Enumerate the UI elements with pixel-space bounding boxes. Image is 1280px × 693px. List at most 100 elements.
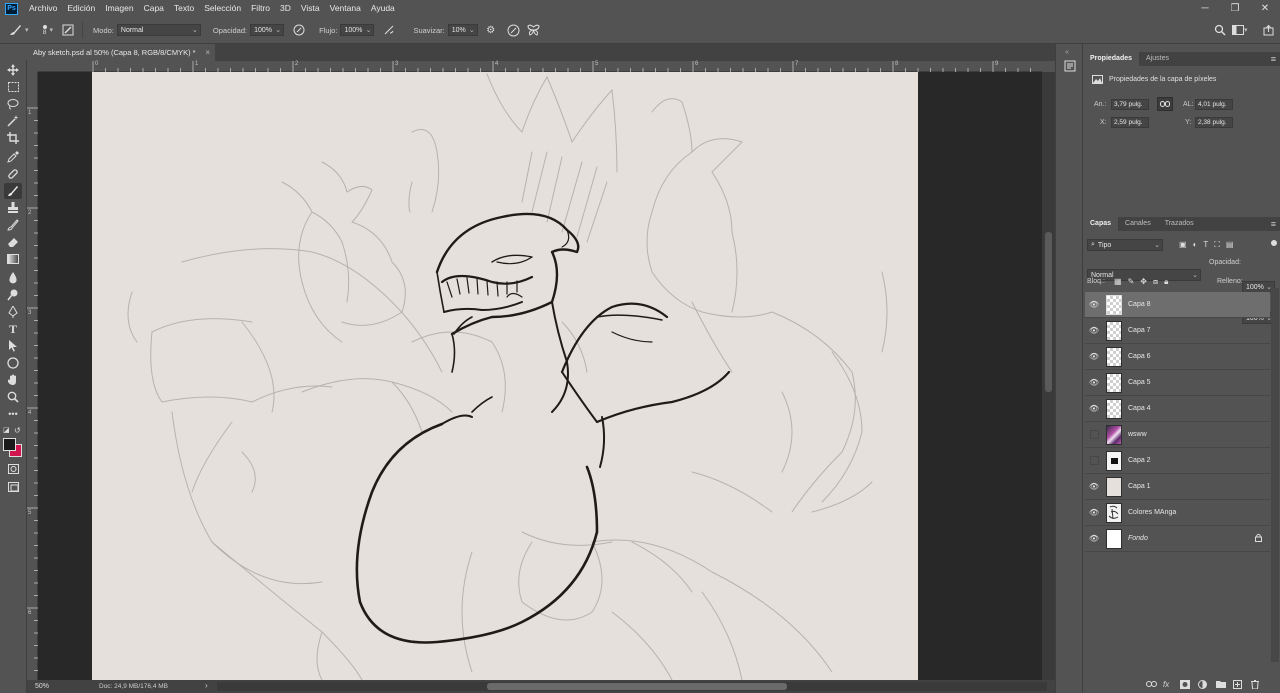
smoothing-options-gear-icon[interactable]: ⚙ bbox=[484, 23, 498, 37]
restore-button[interactable]: ❐ bbox=[1220, 0, 1250, 17]
quick-mask-icon[interactable] bbox=[4, 461, 22, 477]
filter-pixel-icon[interactable]: ▣ bbox=[1179, 240, 1187, 250]
mode-select[interactable]: Normal ⌄ bbox=[116, 24, 201, 36]
zoom-level[interactable]: 50% bbox=[27, 683, 67, 690]
opacity-field[interactable]: 100% ⌄ bbox=[250, 24, 285, 36]
eye-icon[interactable]: 👁︎ bbox=[1085, 378, 1103, 387]
canvas-area[interactable] bbox=[38, 72, 1042, 680]
eye-icon[interactable]: 👁︎ bbox=[1085, 352, 1103, 361]
menu-imagen[interactable]: Imagen bbox=[100, 0, 138, 17]
brush-tool-preset-icon[interactable] bbox=[8, 23, 22, 37]
lock-pixels-icon[interactable]: ✎ bbox=[1128, 277, 1135, 287]
visibility-toggle-off[interactable] bbox=[1085, 456, 1103, 465]
eye-icon[interactable]: 👁︎ bbox=[1085, 534, 1103, 543]
close-window-button[interactable]: ✕ bbox=[1250, 0, 1280, 17]
eye-icon[interactable]: 👁︎ bbox=[1085, 508, 1103, 517]
menu-ventana[interactable]: Ventana bbox=[325, 0, 366, 17]
document-tab[interactable]: Aby sketch.psd al 50% (Capa 8, RGB/8/CMY… bbox=[27, 44, 215, 61]
tab-propiedades[interactable]: Propiedades bbox=[1083, 52, 1140, 66]
eyedropper-tool-icon[interactable] bbox=[4, 149, 22, 165]
eye-icon[interactable]: 👁︎ bbox=[1085, 404, 1103, 413]
layer-row[interactable]: 👁︎ Fondo bbox=[1085, 526, 1270, 552]
collapse-arrows-icon[interactable]: « bbox=[1065, 49, 1069, 56]
trash-icon[interactable] bbox=[1251, 680, 1259, 691]
horizontal-scroll-thumb[interactable] bbox=[487, 683, 787, 690]
visibility-toggle-off[interactable] bbox=[1085, 430, 1103, 439]
minimize-button[interactable]: ─ bbox=[1190, 0, 1220, 17]
layer-row[interactable]: 👁︎ Capa 7 bbox=[1085, 318, 1270, 344]
filter-smart-object-icon[interactable]: ▤ bbox=[1226, 240, 1234, 250]
layer-filter-select[interactable]: ⌕ Tipo ⌄ bbox=[1087, 239, 1163, 251]
filter-adjustment-icon[interactable]: ◐ bbox=[1193, 240, 1198, 250]
mask-icon[interactable] bbox=[1180, 680, 1190, 691]
magic-wand-tool-icon[interactable] bbox=[4, 113, 22, 129]
vertical-scrollbar[interactable] bbox=[1042, 72, 1055, 680]
share-icon[interactable] bbox=[1261, 23, 1275, 37]
brush-size-picker[interactable]: 8 bbox=[42, 24, 47, 36]
path-selection-tool-icon[interactable] bbox=[4, 338, 22, 354]
filter-toggle-icon[interactable] bbox=[1271, 240, 1277, 246]
layer-row[interactable]: 👁︎ Capa 8 bbox=[1085, 292, 1270, 318]
panel-menu-icon[interactable]: ≡ bbox=[1271, 217, 1276, 231]
eraser-tool-icon[interactable] bbox=[4, 234, 22, 250]
screen-mode-icon[interactable] bbox=[4, 479, 22, 495]
menu-filtro[interactable]: Filtro bbox=[246, 0, 275, 17]
new-layer-icon[interactable] bbox=[1233, 680, 1242, 691]
link-icon[interactable] bbox=[1146, 680, 1157, 689]
foreground-color-swatch[interactable] bbox=[3, 438, 16, 451]
fx-icon[interactable]: fx bbox=[1163, 680, 1169, 689]
pen-tool-icon[interactable] bbox=[4, 304, 22, 320]
menu-texto[interactable]: Texto bbox=[169, 0, 199, 17]
gradient-tool-icon[interactable] bbox=[4, 251, 22, 267]
menu-3d[interactable]: 3D bbox=[275, 0, 296, 17]
marquee-tool-icon[interactable] bbox=[4, 79, 22, 95]
tab-trazados[interactable]: Trazados bbox=[1158, 217, 1201, 231]
artboard[interactable] bbox=[92, 72, 918, 680]
search-icon[interactable] bbox=[1213, 23, 1227, 37]
lock-artboard-icon[interactable]: ⧈ bbox=[1153, 277, 1158, 287]
healing-brush-tool-icon[interactable] bbox=[4, 166, 22, 182]
symmetry-butterfly-icon[interactable] bbox=[527, 23, 541, 37]
default-colors-icon[interactable]: ◪ bbox=[3, 426, 10, 434]
clone-stamp-tool-icon[interactable] bbox=[4, 200, 22, 216]
layer-row[interactable]: 👁︎ Colores MAnga bbox=[1085, 500, 1270, 526]
layer-row[interactable]: 👁︎ Capa 6 bbox=[1085, 344, 1270, 370]
menu-vista[interactable]: Vista bbox=[296, 0, 325, 17]
tab-capas[interactable]: Capas bbox=[1083, 217, 1119, 231]
menu-edicion[interactable]: Edición bbox=[62, 0, 100, 17]
zoom-tool-icon[interactable] bbox=[4, 389, 22, 405]
airbrush-icon[interactable] bbox=[382, 23, 396, 37]
eye-icon[interactable]: 👁︎ bbox=[1085, 482, 1103, 491]
eye-icon[interactable]: 👁︎ bbox=[1085, 300, 1103, 309]
y-field[interactable]: 2,38 pulg. bbox=[1195, 117, 1233, 128]
height-field[interactable]: 4,01 pulg. bbox=[1195, 99, 1233, 110]
horizontal-scrollbar[interactable] bbox=[217, 682, 1047, 691]
history-brush-tool-icon[interactable] bbox=[4, 217, 22, 233]
tab-ajustes[interactable]: Ajustes bbox=[1139, 52, 1176, 66]
vertical-scroll-thumb[interactable] bbox=[1045, 232, 1052, 392]
menu-ayuda[interactable]: Ayuda bbox=[366, 0, 400, 17]
vertical-ruler[interactable]: 1 2 3 4 5 6 bbox=[27, 72, 38, 680]
menu-archivo[interactable]: Archivo bbox=[24, 0, 62, 17]
adjustment-icon[interactable] bbox=[1198, 680, 1207, 691]
horizontal-ruler[interactable]: 0 1 2 3 4 5 6 7 8 9 bbox=[38, 61, 1042, 72]
eye-icon[interactable]: 👁︎ bbox=[1085, 326, 1103, 335]
pressure-size-icon[interactable] bbox=[507, 23, 521, 37]
layer-row[interactable]: Capa 2 bbox=[1085, 448, 1270, 474]
dodge-tool-icon[interactable] bbox=[4, 287, 22, 303]
swap-colors-icon[interactable]: ↺ bbox=[14, 426, 21, 435]
blur-tool-icon[interactable] bbox=[4, 270, 22, 286]
workspace-icon[interactable] bbox=[1231, 23, 1245, 37]
pressure-opacity-icon[interactable] bbox=[292, 23, 306, 37]
panel-menu-icon[interactable]: ≡ bbox=[1271, 52, 1276, 66]
filter-shape-icon[interactable]: ⛶ bbox=[1214, 240, 1220, 250]
close-tab-icon[interactable]: × bbox=[205, 48, 210, 57]
lock-position-icon[interactable]: ✥ bbox=[1140, 277, 1147, 287]
brush-settings-icon[interactable] bbox=[61, 23, 75, 37]
workspace-dropdown-icon[interactable]: ▾ bbox=[1244, 26, 1248, 34]
layer-row[interactable]: 👁︎ Capa 4 bbox=[1085, 396, 1270, 422]
menu-capa[interactable]: Capa bbox=[139, 0, 169, 17]
menu-seleccion[interactable]: Selección bbox=[199, 0, 246, 17]
preset-dropdown-icon[interactable]: ▾ bbox=[25, 26, 29, 34]
width-field[interactable]: 3,79 pulg. bbox=[1111, 99, 1149, 110]
